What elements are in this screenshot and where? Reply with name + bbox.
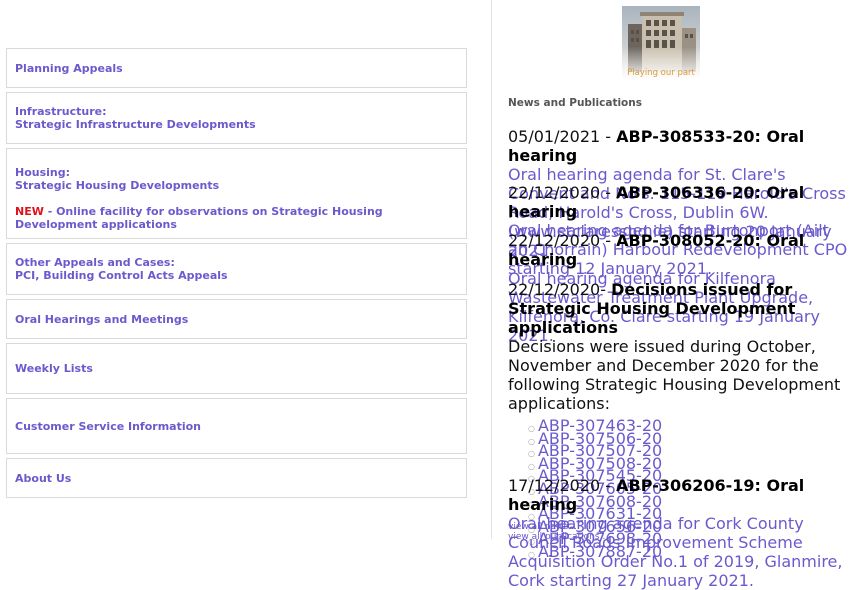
new-badge: NEW	[15, 205, 44, 218]
nav-box-planning-appeals: Planning Appeals	[6, 48, 467, 88]
nav-box-customer-service: Customer Service Information	[6, 398, 467, 454]
infrastructure-title-link[interactable]: Infrastructure:	[15, 105, 458, 118]
view-all-publications-link[interactable]: view all publications...	[508, 532, 608, 542]
nav-box-infrastructure: Infrastructure: Strategic Infrastructure…	[6, 92, 467, 144]
view-all-news-link[interactable]: view all news...	[508, 522, 608, 532]
circle-bullet-icon: ○	[528, 449, 535, 459]
circle-bullet-icon: ○	[528, 424, 535, 433]
news-date: 22/12/2020 -	[508, 183, 617, 202]
nav-box-oral-hearings: Oral Hearings and Meetings	[6, 299, 467, 339]
news-item-header: 05/01/2021 - ABP-308533-20: Oral hearing	[508, 127, 853, 165]
circle-bullet-icon: ○	[528, 461, 535, 471]
news-description: Decisions were issued during October, No…	[508, 337, 841, 413]
online-observations-link[interactable]: NEW - Online facility for observations o…	[15, 205, 458, 231]
news-date: 22/12/2020 -	[508, 231, 617, 250]
news-item-header: 22/12/2020 - ABP-308052-20: Oral hearing	[508, 231, 853, 269]
main-navigation: Planning Appeals Infrastructure: Strateg…	[6, 48, 467, 502]
news-date: 05/01/2021 -	[508, 127, 617, 146]
strategic-infrastructure-link[interactable]: Strategic Infrastructure Developments	[15, 118, 458, 131]
oral-hearings-link[interactable]: Oral Hearings and Meetings	[15, 313, 458, 326]
circle-bullet-icon: ○	[528, 436, 535, 446]
pci-building-control-link[interactable]: PCI, Building Control Acts Appeals	[15, 269, 458, 282]
news-item-header: 22/12/2020- Decisions issued for Strateg…	[508, 280, 853, 337]
weekly-lists-link[interactable]: Weekly Lists	[15, 362, 458, 375]
nav-box-other-appeals: Other Appeals and Cases: PCI, Building C…	[6, 243, 467, 295]
about-us-link[interactable]: About Us	[15, 472, 458, 485]
housing-title-link[interactable]: Housing:	[15, 166, 458, 179]
column-divider	[491, 0, 492, 539]
online-observations-text: - Online facility for observations on St…	[15, 205, 383, 231]
nav-box-weekly-lists: Weekly Lists	[6, 343, 467, 394]
nav-box-housing: Housing: Strategic Housing Developments …	[6, 148, 467, 239]
nav-box-about-us: About Us	[6, 458, 467, 498]
news-item-header: 22/12/2020 - ABP-306336-20: Oral hearing	[508, 183, 853, 221]
news-date: 17/12/2020 -	[508, 476, 617, 495]
other-appeals-link[interactable]: Other Appeals and Cases:	[15, 256, 458, 269]
news-date: 22/12/2020-	[508, 280, 612, 299]
strategic-housing-link[interactable]: Strategic Housing Developments	[15, 179, 458, 192]
news-section-title: News and Publications	[508, 97, 642, 109]
logo-caption: Playing our part	[627, 68, 695, 78]
planning-appeals-link[interactable]: Planning Appeals	[15, 62, 458, 75]
view-all-links: view all news... view all publications..…	[508, 522, 608, 542]
news-item-header: 17/12/2020 - ABP-306206-19: Oral hearing	[508, 476, 853, 514]
customer-service-link[interactable]: Customer Service Information	[15, 420, 458, 433]
